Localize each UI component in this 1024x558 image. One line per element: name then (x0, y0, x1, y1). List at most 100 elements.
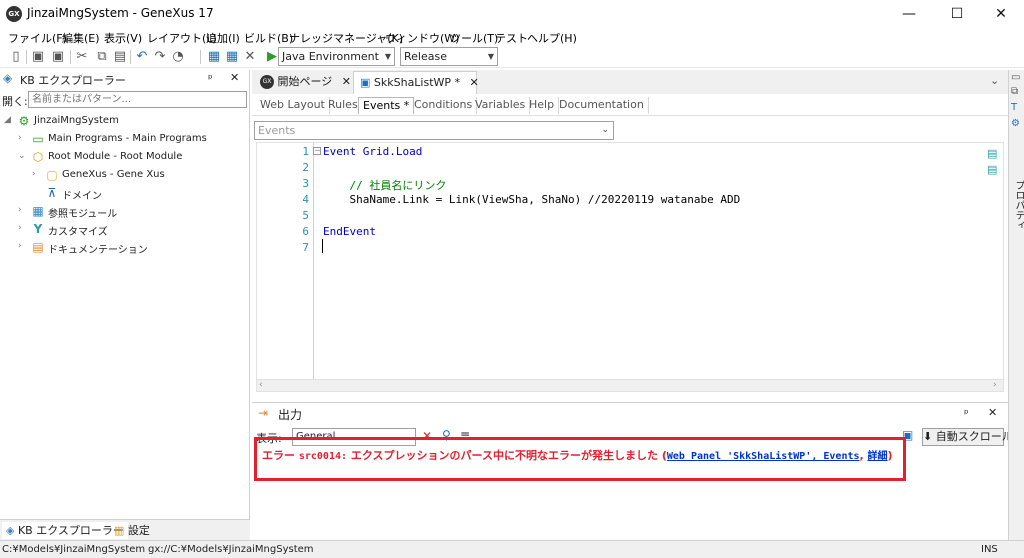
snippet-icon[interactable]: ▤ (987, 147, 997, 160)
tab-help[interactable]: Help (525, 97, 560, 114)
tree-item-kb[interactable]: ◢ ⚙ JinzaiMngSystem (4, 113, 244, 131)
toolbar-separator (70, 50, 71, 64)
toolbar-separator (26, 50, 27, 64)
close-tab-icon[interactable]: ✕ (342, 75, 351, 88)
collapse-icon[interactable]: − (313, 147, 321, 155)
tree-expander-icon[interactable]: ◢ (4, 115, 14, 125)
horizontal-scrollbar[interactable]: ‹ › (257, 379, 1003, 391)
tree-item-genexus[interactable]: › ▢ GeneXus - Gene Xus (32, 167, 246, 185)
tab-rules[interactable]: Rules (324, 97, 363, 114)
undo-icon[interactable]: ↶ (134, 49, 150, 65)
arrow-down-icon: ⬇ (923, 430, 936, 443)
tab-skkshalistwp[interactable]: ▣ SkkShaListWP * ✕ (353, 71, 479, 94)
pin-icon[interactable]: ᵖ (964, 407, 969, 420)
scroll-right-icon[interactable]: › (993, 380, 997, 390)
tree-item-label: GeneXus - Gene Xus (62, 169, 165, 180)
snippet-icon[interactable]: ▤ (987, 163, 997, 176)
customize-icon: Y (33, 222, 43, 236)
tree-item-references[interactable]: › ▦ 参照モジュール (18, 203, 246, 221)
status-gx-path: gx://C:¥Models¥JinzaiMngSystem (148, 544, 314, 555)
tree-expander-icon[interactable]: › (18, 205, 28, 215)
kb-search-input[interactable] (28, 91, 247, 108)
genexus-logo-icon: GX (260, 75, 274, 89)
paste-icon[interactable]: ▤ (112, 49, 128, 65)
menu-window[interactable]: ウィンドウ(W) (385, 30, 459, 46)
tab-start-page[interactable]: GX 開始ページ ✕ (254, 71, 352, 94)
tab-settings[interactable]: ▥ 設定 (110, 522, 154, 539)
error-location-link[interactable]: Web Panel 'SkkShaListWP', Events (667, 451, 860, 462)
events-select[interactable]: Events ⌄ (254, 121, 614, 140)
window-icon[interactable]: ▭ (1011, 72, 1020, 83)
module-icon: ⬡ (32, 150, 44, 164)
line-number: 1 (302, 145, 309, 158)
tree-expander-icon[interactable]: › (32, 169, 42, 179)
genexus-logo-icon: GX (6, 6, 22, 22)
tree-expander-icon[interactable]: › (18, 223, 28, 233)
tab-variables[interactable]: Variables (471, 97, 531, 114)
copy-icon[interactable]: ⧉ (94, 49, 110, 65)
error-detail-link[interactable]: 詳細 (868, 451, 888, 462)
menu-help[interactable]: ヘルプ(H) (527, 30, 577, 46)
autoscroll-button[interactable]: ⬇ 自動スクロール (922, 428, 1013, 446)
tree-item-root-module[interactable]: ⌄ ⬡ Root Module - Root Module (18, 149, 246, 167)
toolbox-icon[interactable]: T (1011, 102, 1017, 113)
output-icon: ⇥ (258, 406, 269, 420)
gear-icon[interactable]: ⚙ (1011, 118, 1020, 129)
cancel-build-icon[interactable]: ✕ (242, 49, 258, 65)
menu-edit[interactable]: 編集(E) (62, 30, 100, 46)
output-panel: ⇥ 出力 ᵖ ✕ 表示: General ✕ ⚲ ≡ ▣ ⬇ 自動スクロール エ… (252, 402, 1013, 540)
line-number-gutter: 1 2 3 4 5 6 7 (257, 143, 314, 379)
line-number: 2 (302, 161, 309, 174)
configuration-select[interactable]: Release ▼ (400, 47, 498, 66)
chevron-down-icon[interactable]: ⌄ (990, 74, 999, 87)
tree-item-main-programs[interactable]: › ▭ Main Programs - Main Programs (18, 131, 246, 149)
events-select-value: Events (258, 124, 296, 137)
menu-view[interactable]: 表示(V) (104, 30, 142, 46)
navigate-icon[interactable]: ◔ (170, 49, 186, 65)
tree-expander-icon[interactable]: › (18, 241, 28, 251)
close-window-button[interactable]: ✕ (978, 0, 1024, 28)
maximize-button[interactable]: ☐ (934, 0, 980, 28)
save-icon[interactable]: ▣ (30, 49, 46, 65)
minimize-button[interactable]: — (886, 0, 932, 28)
close-panel-icon[interactable]: ✕ (988, 406, 997, 419)
tree-item-label: ドキュメンテーション (48, 245, 148, 256)
code-editor[interactable]: 1 2 3 4 5 6 7 − Event Grid.Load // 社員名にリ… (256, 142, 1004, 392)
tree-item-label: JinzaiMngSystem (34, 115, 119, 126)
tree-item-documentation[interactable]: › ▤ ドキュメンテーション (18, 239, 246, 257)
tree-item-label: カスタマイズ (48, 227, 108, 238)
tree-item-customize[interactable]: › Y カスタマイズ (18, 221, 246, 239)
tab-events[interactable]: Events * (358, 97, 415, 114)
close-tab-icon[interactable]: ✕ (470, 76, 479, 89)
menu-build[interactable]: ビルド(B) (244, 30, 293, 46)
error-prefix: エラー (262, 449, 295, 462)
redo-icon[interactable]: ↷ (152, 49, 168, 65)
close-panel-icon[interactable]: ✕ (230, 71, 239, 84)
menu-test[interactable]: テスト (495, 30, 528, 46)
properties-tab[interactable]: プロパティ (1011, 180, 1024, 230)
tab-documentation[interactable]: Documentation (555, 97, 649, 114)
menu-file[interactable]: ファイル(F) (8, 30, 67, 46)
window-title: JinzaiMngSystem - GeneXus 17 (27, 6, 214, 20)
tab-conditions[interactable]: Conditions (410, 97, 478, 114)
menu-tools[interactable]: ツール(T) (450, 30, 498, 46)
menu-insert[interactable]: 追加(I) (206, 30, 240, 46)
cut-icon[interactable]: ✂ (74, 49, 90, 65)
build-icon[interactable]: ▦ (206, 49, 222, 65)
line-number: 3 (302, 177, 309, 190)
error-message-line: エラー src0014: エクスプレッションのパース中に不明なエラーが発生しまし… (262, 447, 893, 463)
save-all-icon[interactable]: ▣ (50, 49, 66, 65)
environment-select[interactable]: Java Environment ▼ (278, 47, 395, 66)
pin-icon[interactable]: ᵖ (208, 72, 213, 85)
tree-expander-icon[interactable]: › (18, 133, 28, 143)
tab-web-layout[interactable]: Web Layout (256, 97, 330, 114)
new-file-icon[interactable]: ▯ (8, 49, 24, 65)
build-all-icon[interactable]: ▦ (224, 49, 240, 65)
line-number: 6 (302, 225, 309, 238)
tree-expander-icon[interactable]: ⌄ (18, 151, 28, 161)
code-line-3: // 社員名にリンク (323, 179, 447, 192)
chevron-down-icon: ▼ (487, 52, 494, 61)
scroll-left-icon[interactable]: ‹ (259, 380, 263, 390)
layers-icon[interactable]: ⧉ (1011, 86, 1018, 97)
tree-item-domains[interactable]: ⊼ ドメイン (32, 185, 246, 203)
